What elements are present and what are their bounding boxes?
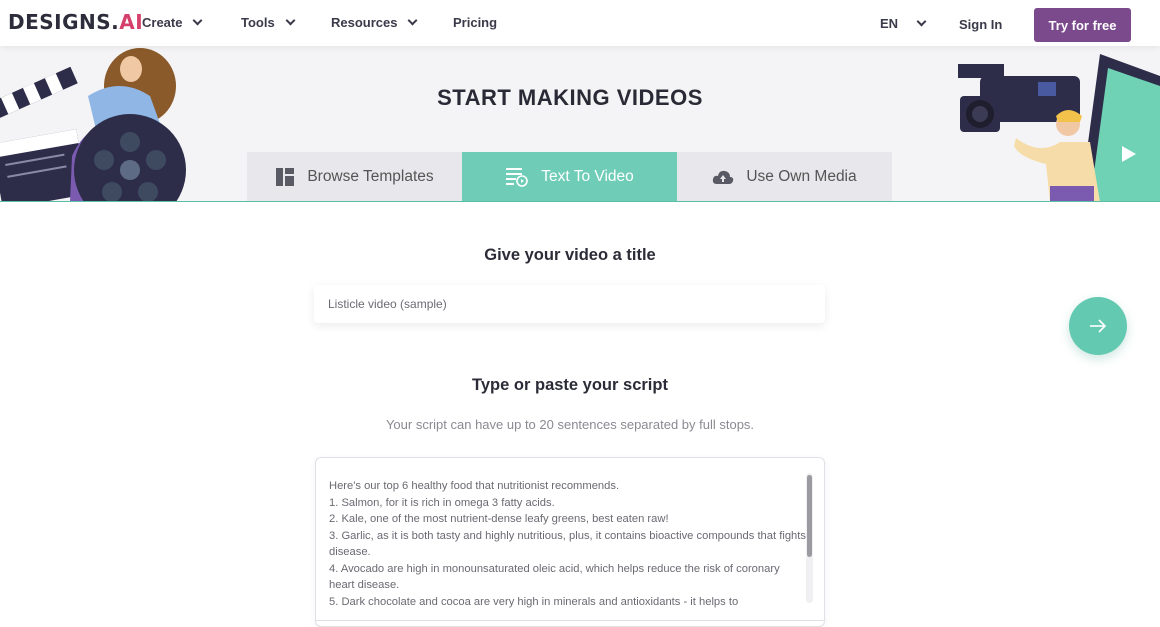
nav-pricing-label: Pricing [453, 15, 498, 30]
script-text: Here's our top 6 healthy food that nutri… [329, 480, 806, 608]
nav-pricing[interactable]: Pricing [453, 15, 497, 30]
nav-resources-label: Resources [331, 15, 398, 30]
nav-create[interactable]: Create [142, 15, 203, 30]
tab-browse-templates-label: Browse Templates [307, 168, 434, 185]
tab-use-own-media-label: Use Own Media [746, 168, 857, 185]
script-heading: Type or paste your script [472, 376, 668, 394]
chevron-down-icon [285, 15, 296, 26]
title-heading: Give your video a title [484, 246, 656, 264]
script-scroll-thumb[interactable] [807, 475, 812, 557]
tab-text-to-video-label: Text To Video [541, 168, 634, 185]
sign-in-label: Sign In [959, 17, 1003, 32]
try-for-free-button[interactable]: Try for free [1034, 8, 1131, 42]
language-label: EN [880, 16, 899, 31]
tab-browse-templates[interactable]: Browse Templates [247, 152, 462, 201]
woman-with-film-reel-illustration [0, 48, 186, 201]
template-grid-icon [276, 168, 295, 186]
cameraman-illustration [958, 54, 1160, 201]
cloud-upload-icon [713, 170, 734, 184]
logo-text: DESIGNS. [8, 10, 120, 34]
tab-text-to-video[interactable]: Text To Video [462, 152, 677, 201]
logo-accent: AI [119, 10, 144, 34]
script-scrollbar[interactable] [806, 473, 813, 603]
sign-in-link[interactable]: Sign In [959, 17, 1002, 32]
tab-use-own-media[interactable]: Use Own Media [677, 152, 892, 201]
next-button[interactable] [1069, 297, 1127, 355]
hero-banner: START MAKING VIDEOS Browse Templates Tex… [0, 46, 1160, 202]
script-textarea[interactable]: Here's our top 6 healthy food that nutri… [315, 457, 825, 627]
arrow-right-icon [1090, 319, 1107, 333]
try-for-free-label: Try for free [1048, 17, 1117, 33]
language-select[interactable]: EN [880, 16, 927, 31]
script-hint: Your script can have up to 20 sentences … [385, 417, 755, 432]
video-title-input[interactable] [314, 285, 825, 323]
nav-tools[interactable]: Tools [241, 15, 296, 30]
nav-resources[interactable]: Resources [331, 15, 418, 30]
nav-tools-label: Tools [241, 15, 275, 30]
chevron-down-icon [916, 16, 927, 27]
chevron-down-icon [193, 15, 203, 26]
text-document-icon [506, 168, 529, 187]
logo[interactable]: DESIGNS.AI [8, 10, 143, 34]
chevron-down-icon [408, 15, 418, 26]
top-nav: DESIGNS.AI Create Tools Resources Pricin… [0, 0, 1160, 46]
divider [316, 620, 824, 621]
creation-mode-tabs: Browse Templates Text To Video Use Own M… [247, 152, 893, 201]
nav-create-label: Create [142, 15, 183, 30]
